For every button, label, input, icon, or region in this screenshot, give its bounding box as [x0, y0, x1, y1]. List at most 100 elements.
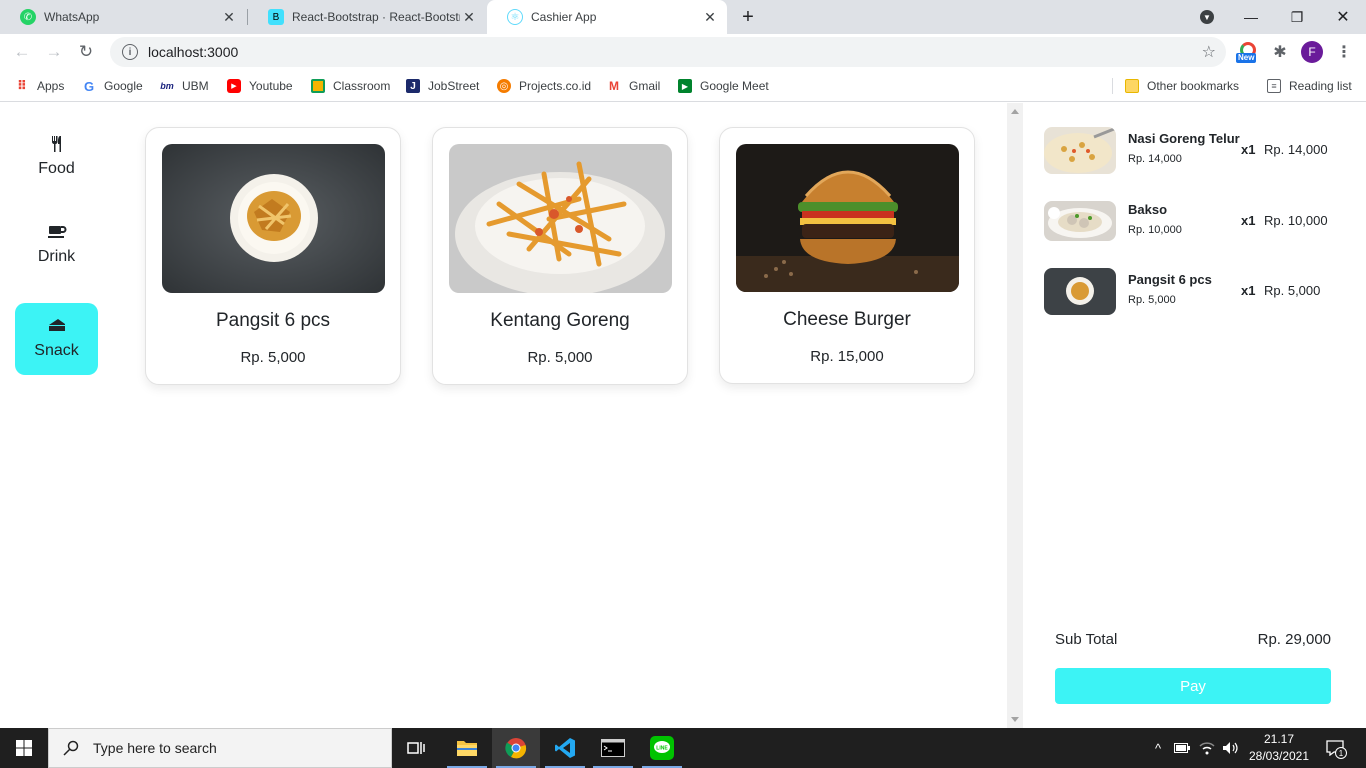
tab-title: React-Bootstrap · React-Bootstrap	[292, 10, 460, 24]
product-card[interactable]: Cheese Burger Rp. 15,000	[719, 127, 975, 384]
notification-count-badge: 1	[1335, 747, 1347, 759]
google-meet-icon: ▶	[678, 79, 692, 93]
gmail-icon: M	[609, 79, 619, 93]
category-drink[interactable]: Drink	[15, 209, 98, 281]
tab-search-button[interactable]: ▼	[1184, 0, 1230, 34]
bookmark-google[interactable]: G Google	[82, 77, 143, 95]
battery-icon[interactable]	[1172, 728, 1192, 768]
bookmark-label: Projects.co.id	[519, 79, 592, 93]
product-card[interactable]: Pangsit 6 pcs Rp. 5,000	[145, 127, 401, 385]
bookmark-label: UBM	[182, 79, 209, 93]
bookmark-google-meet[interactable]: ▶ Google Meet	[678, 77, 769, 95]
bookmark-label: Youtube	[249, 79, 293, 93]
order-item-unit-price: Rp. 10,000	[1128, 224, 1182, 236]
search-placeholder: Type here to search	[93, 740, 217, 756]
address-bar[interactable]: i localhost:3000 ☆	[110, 37, 1226, 67]
task-view-button[interactable]	[392, 728, 440, 768]
bookmark-label: Gmail	[629, 79, 661, 93]
utensils-icon	[51, 136, 63, 154]
bookmark-star-icon[interactable]: ☆	[1202, 42, 1216, 62]
bookmark-label: Apps	[37, 79, 65, 93]
new-tab-button[interactable]: +	[725, 0, 771, 34]
chrome-icon	[505, 738, 527, 759]
react-bootstrap-icon: B	[268, 9, 284, 25]
category-snack[interactable]: Snack	[15, 303, 98, 375]
taskbar-search-input[interactable]: Type here to search	[48, 728, 392, 768]
notification-center-button[interactable]: 1	[1320, 728, 1350, 768]
new-badge: New	[1236, 53, 1257, 63]
start-button[interactable]	[0, 728, 48, 768]
profile-avatar[interactable]: F	[1301, 41, 1323, 63]
extensions-puzzle-icon[interactable]: ✱	[1269, 41, 1291, 63]
forward-button[interactable]: →	[40, 38, 68, 66]
bookmark-youtube[interactable]: ▶ Youtube	[227, 77, 293, 95]
svg-text:LINE: LINE	[656, 746, 668, 752]
bookmark-apps[interactable]: ⠿ Apps	[15, 77, 64, 95]
minimize-button[interactable]: —	[1228, 0, 1274, 34]
site-info-icon[interactable]: i	[122, 44, 138, 60]
taskbar-vscode[interactable]	[541, 728, 589, 768]
order-item[interactable]: Bakso Rp. 10,000 x1 Rp. 10,000	[1044, 198, 1344, 246]
jobstreet-icon: J	[406, 79, 420, 93]
tab-title: Cashier App	[531, 10, 597, 24]
taskbar-line[interactable]: LINE	[638, 728, 686, 768]
tab-react-bootstrap[interactable]: B React-Bootstrap · React-Bootstrap ✕	[248, 0, 486, 34]
product-price: Rp. 5,000	[527, 349, 593, 366]
volume-icon[interactable]	[1220, 728, 1242, 768]
order-item[interactable]: Nasi Goreng Telur Rp. 14,000 x1 Rp. 14,0…	[1044, 127, 1344, 175]
product-image	[736, 144, 959, 292]
extension-new-button[interactable]: New	[1236, 41, 1259, 63]
taskbar-terminal[interactable]	[589, 728, 637, 768]
order-item-total: Rp. 14,000	[1264, 142, 1328, 157]
classroom-icon	[311, 79, 325, 93]
menu-kebab-icon[interactable]: ⋮	[1333, 41, 1355, 63]
bookmark-ubm[interactable]: bm UBM	[160, 77, 209, 95]
maximize-button[interactable]: ❐	[1274, 0, 1320, 34]
bookmark-gmail[interactable]: M Gmail	[607, 77, 660, 95]
tab-cashier-app[interactable]: ⚛ Cashier App ✕	[487, 0, 727, 34]
subtotal-value: Rp. 29,000	[1257, 631, 1331, 648]
bookmark-other[interactable]: Other bookmarks	[1125, 77, 1239, 95]
back-button[interactable]: ←	[8, 38, 36, 66]
close-tab-icon[interactable]: ✕	[460, 9, 478, 26]
bookmark-label: Classroom	[333, 79, 391, 93]
category-food[interactable]: Food	[15, 121, 98, 193]
order-item-image	[1044, 268, 1116, 315]
content-scrollbar[interactable]	[1007, 103, 1023, 728]
order-item-total: Rp. 5,000	[1264, 283, 1321, 298]
taskbar-file-explorer[interactable]	[443, 728, 491, 768]
taskbar-chrome[interactable]	[492, 728, 540, 768]
product-card[interactable]: Kentang Goreng Rp. 5,000	[432, 127, 688, 385]
subtotal-label: Sub Total	[1055, 631, 1118, 648]
close-window-button[interactable]: ✕	[1320, 0, 1366, 34]
scroll-down-arrow-icon[interactable]	[1011, 717, 1019, 722]
pay-button[interactable]: Pay	[1055, 668, 1331, 704]
scroll-up-arrow-icon[interactable]	[1011, 109, 1019, 114]
wifi-icon[interactable]	[1196, 728, 1218, 768]
tab-whatsapp[interactable]: ✆ WhatsApp ✕	[0, 0, 246, 34]
browser-toolbar: ← → ↻ i localhost:3000 ☆ New ✱ F ⋮	[0, 34, 1366, 70]
tab-strip: ✆ WhatsApp ✕ B React-Bootstrap · React-B…	[0, 0, 1366, 34]
product-name: Cheese Burger	[783, 309, 911, 330]
reload-button[interactable]: ↻	[72, 38, 100, 66]
system-clock[interactable]: 21.17 28/03/2021	[1247, 731, 1311, 765]
order-item-unit-price: Rp. 5,000	[1128, 294, 1176, 306]
tray-overflow-chevron-icon[interactable]: ^	[1148, 728, 1168, 768]
close-tab-icon[interactable]: ✕	[701, 9, 719, 26]
close-tab-icon[interactable]: ✕	[220, 9, 238, 26]
cashier-app: Food Drink Snack Pangsit 6 pcs Rp. 5,000	[0, 103, 1366, 728]
product-price: Rp. 5,000	[240, 349, 306, 366]
bookmark-classroom[interactable]: Classroom	[311, 77, 390, 95]
bookmark-label: Google	[104, 79, 143, 93]
order-item-total: Rp. 10,000	[1264, 213, 1328, 228]
youtube-icon: ▶	[227, 79, 241, 93]
url-text: localhost:3000	[148, 44, 239, 60]
order-item[interactable]: Pangsit 6 pcs Rp. 5,000 x1 Rp. 5,000	[1044, 268, 1344, 316]
bookmark-jobstreet[interactable]: J JobStreet	[406, 77, 479, 95]
order-item-qty: x1	[1241, 142, 1256, 157]
bookmark-projects[interactable]: ◎ Projects.co.id	[497, 77, 591, 95]
reading-list-button[interactable]: ≡ Reading list	[1267, 77, 1352, 95]
order-item-unit-price: Rp. 14,000	[1128, 153, 1182, 165]
bookmark-label: JobStreet	[428, 79, 480, 93]
bookmark-label: Google Meet	[700, 79, 769, 93]
